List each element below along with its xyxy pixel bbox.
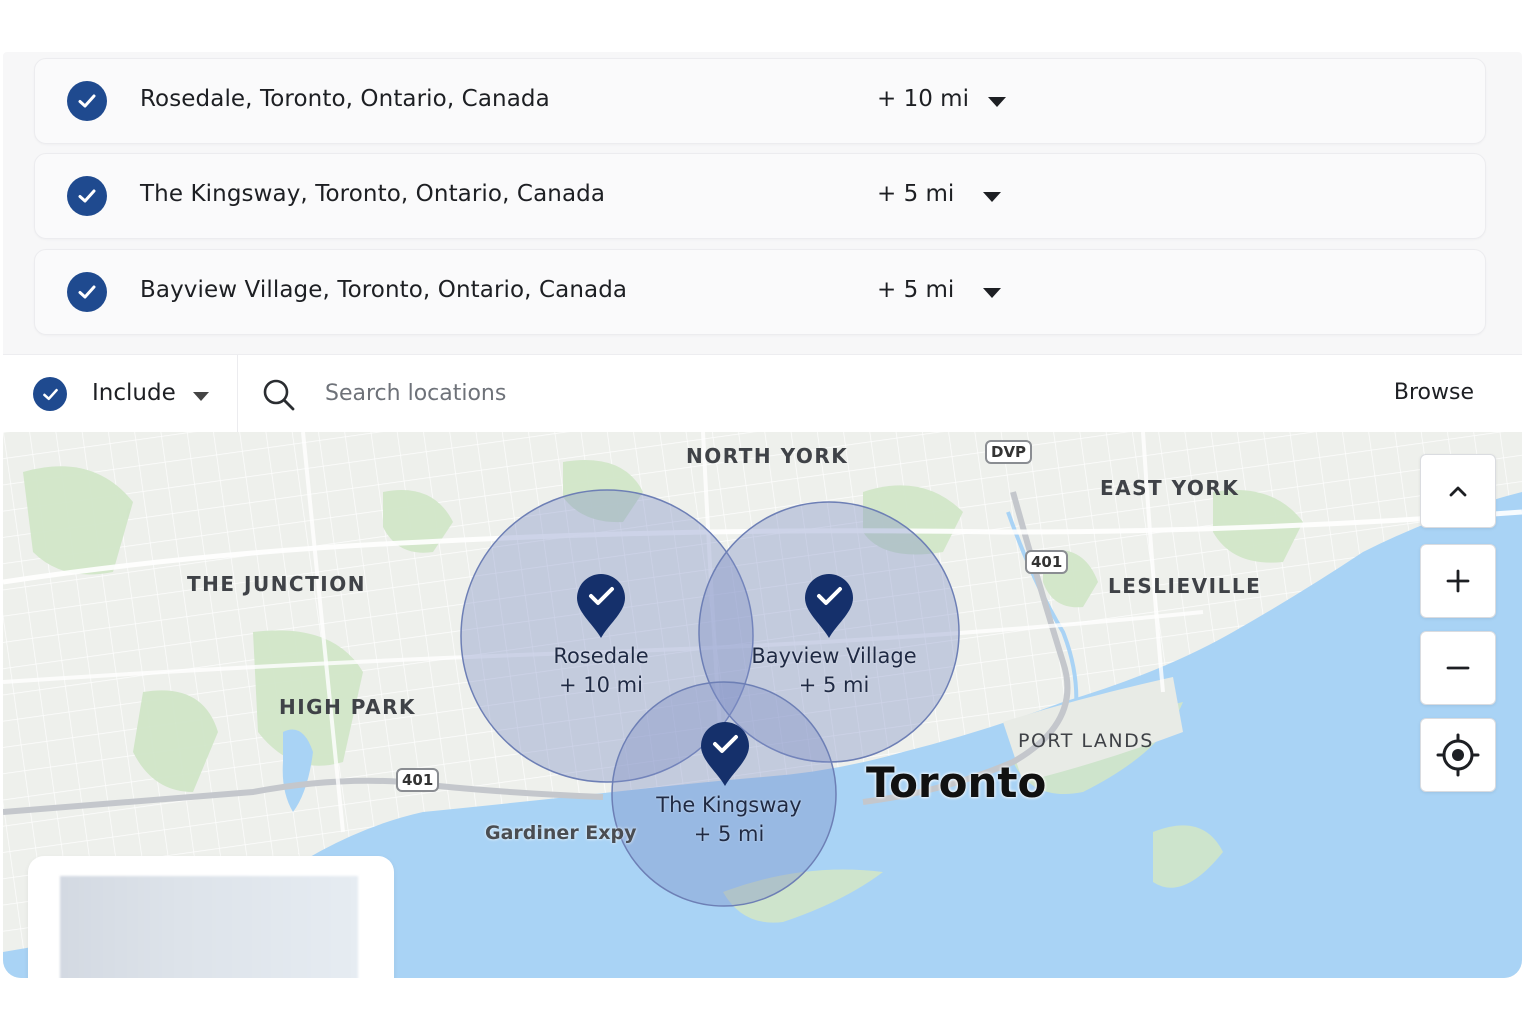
- location-search-bar: Include Browse: [3, 354, 1522, 434]
- radius-value[interactable]: + 5 mi: [877, 277, 954, 303]
- radius-value[interactable]: + 10 mi: [877, 86, 969, 112]
- location-row-the-kingsway[interactable]: The Kingsway, Toronto, Ontario, Canada +…: [34, 153, 1486, 239]
- label-leslieville: LESLIEVILLE: [1108, 574, 1262, 598]
- label-the-junction: THE JUNCTION: [187, 572, 366, 596]
- locate-me-button[interactable]: [1420, 718, 1496, 792]
- location-targeting-panel: Rosedale, Toronto, Ontario, Canada + 10 …: [3, 52, 1522, 978]
- blurred-content: [60, 876, 358, 978]
- caret-down-icon[interactable]: [983, 192, 1001, 202]
- zone-label-bayview-village: Bayview Village + 5 mi: [751, 644, 917, 697]
- location-row-bayview-village[interactable]: Bayview Village, Toronto, Ontario, Canad…: [34, 249, 1486, 335]
- label-east-york: EAST YORK: [1100, 476, 1240, 500]
- map-info-card: [28, 856, 394, 978]
- label-high-park: HIGH PARK: [279, 695, 416, 719]
- label-north-york: NORTH YORK: [686, 444, 849, 468]
- location-name: Rosedale, Toronto, Ontario, Canada: [140, 86, 550, 112]
- map[interactable]: NORTH YORK EAST YORK THE JUNCTION LESLIE…: [3, 432, 1522, 978]
- browse-button[interactable]: Browse: [1394, 380, 1474, 405]
- checkmark-icon: [78, 94, 96, 108]
- chevron-up-icon: [1449, 486, 1467, 497]
- zone-label-the-kingsway: The Kingsway + 5 mi: [656, 793, 802, 846]
- shield-401: 401: [1025, 550, 1069, 574]
- zoom-out-button[interactable]: [1420, 631, 1496, 705]
- search-icon: [263, 379, 295, 411]
- include-checkbox[interactable]: [33, 377, 67, 411]
- location-row-rosedale[interactable]: Rosedale, Toronto, Ontario, Canada + 10 …: [34, 58, 1486, 144]
- include-label: Include: [92, 380, 176, 406]
- checkmark-icon: [78, 189, 96, 203]
- label-port-lands: PORT LANDS: [1018, 730, 1154, 752]
- location-name: Bayview Village, Toronto, Ontario, Canad…: [140, 277, 628, 303]
- collapse-map-button[interactable]: [1420, 454, 1496, 528]
- location-checkbox[interactable]: [67, 81, 107, 121]
- zoom-in-button[interactable]: [1420, 544, 1496, 618]
- minus-icon: [1446, 666, 1470, 670]
- crosshair-icon: [1436, 733, 1480, 777]
- include-dropdown[interactable]: Include: [3, 355, 238, 433]
- shield-dvp: DVP: [985, 440, 1033, 464]
- location-checkbox[interactable]: [67, 176, 107, 216]
- shield-401: 401: [396, 768, 440, 792]
- caret-down-icon[interactable]: [988, 97, 1006, 107]
- checkmark-icon: [42, 388, 58, 400]
- label-gardiner-expy: Gardiner Expy: [485, 822, 637, 844]
- label-toronto: Toronto: [866, 758, 1047, 807]
- plus-icon: [1446, 569, 1470, 593]
- zone-label-rosedale: Rosedale + 10 mi: [553, 644, 649, 697]
- checkmark-icon: [78, 285, 96, 299]
- caret-down-icon[interactable]: [193, 392, 209, 401]
- caret-down-icon[interactable]: [983, 288, 1001, 298]
- location-name: The Kingsway, Toronto, Ontario, Canada: [140, 181, 606, 207]
- radius-value[interactable]: + 5 mi: [877, 181, 954, 207]
- location-checkbox[interactable]: [67, 272, 107, 312]
- search-locations-input[interactable]: [325, 373, 1225, 413]
